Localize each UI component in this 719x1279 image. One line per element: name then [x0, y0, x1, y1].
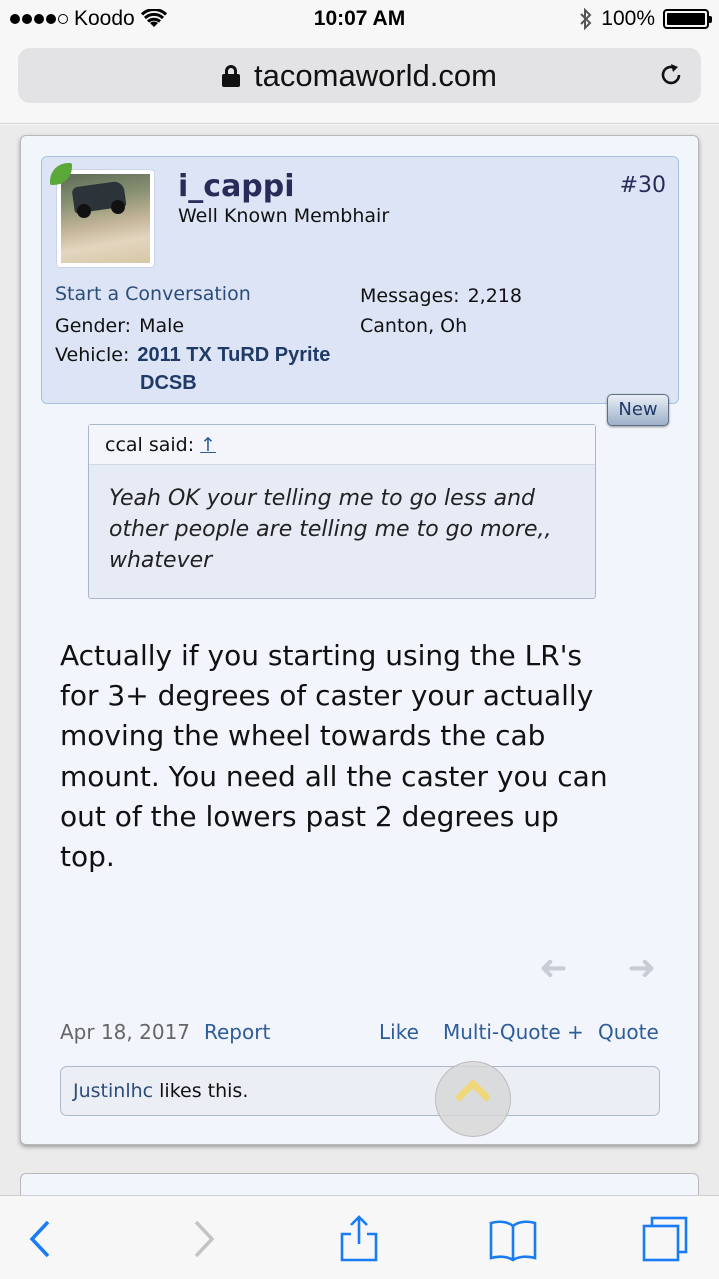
- browser-toolbar: [0, 1195, 719, 1279]
- quote-author: ccal said:: [105, 434, 195, 456]
- arrow-right-icon[interactable]: ➜: [628, 948, 657, 988]
- next-post-card: [20, 1173, 699, 1195]
- avatar[interactable]: [56, 169, 155, 268]
- post-footer: Apr 18, 2017 Report Like Multi-Quote + Q…: [60, 1020, 660, 1050]
- status-right: 100%: [579, 7, 712, 31]
- gender-value: Male: [139, 315, 185, 337]
- address-bar[interactable]: tacomaworld.com: [18, 48, 701, 103]
- avatar-image: [61, 174, 150, 263]
- battery-percent: 100%: [601, 7, 655, 30]
- status-bar: Koodo 10:07 AM 100%: [0, 0, 719, 40]
- post-navigation: ➜ ➜: [539, 948, 656, 988]
- liker-link[interactable]: Justinlhc: [73, 1080, 153, 1102]
- back-icon[interactable]: [18, 1214, 68, 1264]
- report-link[interactable]: Report: [204, 1020, 270, 1044]
- messages-label: Messages:: [360, 285, 460, 307]
- username[interactable]: i_cappi: [178, 169, 295, 204]
- quote-header: ccal said: ↑: [89, 425, 595, 465]
- like-link[interactable]: Like: [379, 1020, 419, 1044]
- forum-post: i_cappi Well Known Membhair #30 Start a …: [20, 135, 699, 1145]
- messages-value: 2,218: [467, 285, 522, 307]
- vehicle-label: Vehicle:: [55, 344, 130, 366]
- vehicle-value[interactable]: 2011 TX TuRD Pyrite: [137, 344, 330, 366]
- bookmarks-icon[interactable]: [488, 1214, 538, 1264]
- quote-link[interactable]: Quote: [598, 1020, 659, 1044]
- bluetooth-icon: [580, 8, 592, 30]
- forward-icon[interactable]: [178, 1214, 228, 1264]
- user-info-box: i_cappi Well Known Membhair #30 Start a …: [41, 156, 679, 404]
- chevron-up-icon: [454, 1078, 492, 1116]
- location-info: Canton, Oh: [360, 315, 468, 337]
- scroll-to-top-button[interactable]: [435, 1061, 511, 1137]
- arrow-left-icon[interactable]: ➜: [539, 948, 568, 988]
- reload-icon[interactable]: [657, 61, 685, 89]
- browser-address-area: tacomaworld.com: [0, 40, 719, 124]
- battery-icon: [663, 9, 712, 29]
- multi-quote-link[interactable]: Multi-Quote +: [443, 1020, 584, 1044]
- likes-summary: Justinlhc likes this.: [60, 1066, 660, 1116]
- gender-info: Gender: Male: [55, 315, 184, 337]
- vehicle-value-continued[interactable]: DCSB: [140, 372, 197, 395]
- quote-block: ccal said: ↑ Yeah OK your telling me to g…: [88, 424, 596, 599]
- page-content[interactable]: i_cappi Well Known Membhair #30 Start a …: [0, 125, 719, 1195]
- gender-label: Gender:: [55, 315, 132, 337]
- post-number[interactable]: #30: [620, 173, 666, 198]
- jump-to-quote-icon[interactable]: ↑: [200, 434, 216, 456]
- share-icon[interactable]: [334, 1214, 384, 1264]
- vehicle-info: Vehicle: 2011 TX TuRD Pyrite: [55, 344, 330, 367]
- tabs-icon[interactable]: [640, 1214, 690, 1264]
- post-message: Actually if you starting using the LR's …: [60, 639, 608, 874]
- user-title: Well Known Membhair: [178, 205, 390, 227]
- quote-text: Yeah OK your telling me to go less and o…: [109, 486, 552, 573]
- new-badge: New: [607, 394, 669, 426]
- post-date[interactable]: Apr 18, 2017: [60, 1020, 190, 1044]
- messages-info: Messages: 2,218: [360, 285, 522, 307]
- likes-text: likes this.: [153, 1080, 249, 1102]
- url-text: tacomaworld.com: [254, 57, 497, 93]
- start-conversation-link[interactable]: Start a Conversation: [55, 283, 251, 305]
- lock-icon: [222, 64, 241, 87]
